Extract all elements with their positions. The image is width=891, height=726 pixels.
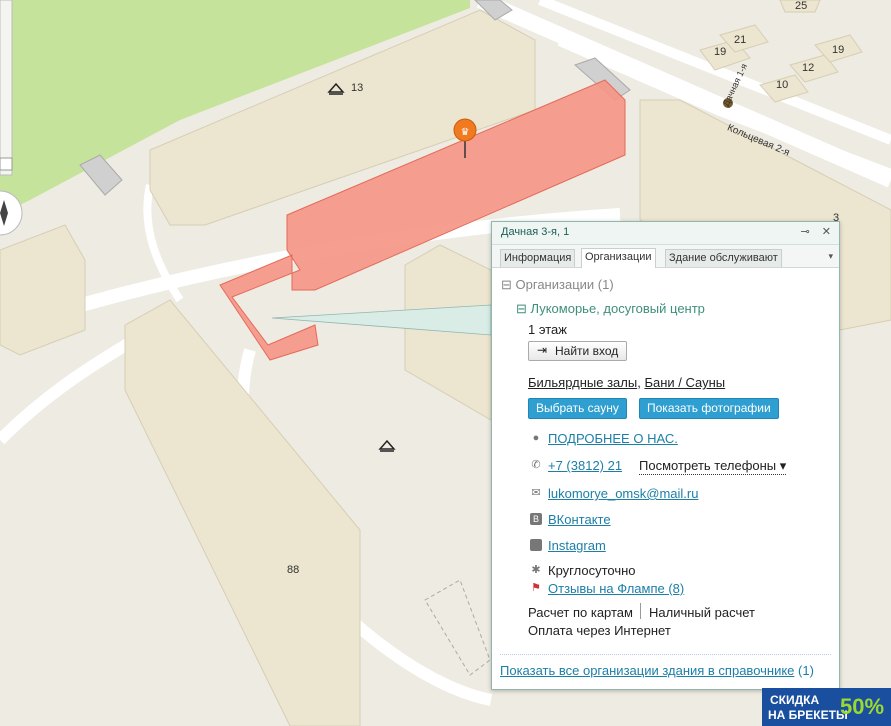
org-name: Лукоморье, досуговый центр [530, 301, 705, 316]
reviews-link[interactable]: Отзывы на Флампе (8) [548, 581, 684, 596]
show-photos-button[interactable]: Показать фотографии [639, 398, 779, 419]
show-phones-label: Посмотреть телефоны [639, 458, 777, 473]
collapse-icon[interactable]: ⊟ [501, 277, 512, 292]
house-number: 12 [802, 62, 815, 74]
payment-divider [640, 603, 641, 619]
house-number: 19 [714, 46, 727, 58]
pin-icon[interactable]: ⊸ [801, 226, 810, 238]
org-group[interactable]: ⊟ Организации (1) [501, 277, 614, 293]
collapse-icon[interactable]: ⊟ [516, 301, 527, 316]
entrance-icon: ⇥ [537, 343, 548, 357]
popup-header: Дачная 3-я, 1 ⊸ ✕ [492, 222, 839, 245]
instagram-icon [530, 539, 542, 551]
vk-link[interactable]: ВКонтакте [548, 512, 611, 527]
payment-online: Оплата через Интернет [528, 623, 671, 638]
popup-footer: Показать все организации здания в справо… [500, 663, 814, 678]
house-number: 25 [795, 0, 808, 12]
category-saunas[interactable]: Бани / Сауны [644, 375, 725, 390]
house-number: 10 [776, 79, 789, 91]
clock-icon: ✱ [531, 564, 541, 576]
house-number: 88 [287, 564, 300, 576]
choose-sauna-button[interactable]: Выбрать сауну [528, 398, 627, 419]
close-icon[interactable]: ✕ [822, 226, 831, 238]
flamp-icon: ⚑ [531, 582, 541, 594]
website-link[interactable]: ПОДРОБНЕЕ О НАС. [548, 431, 678, 446]
ad-line1: СКИДКА [770, 693, 820, 707]
house-number: 13 [351, 82, 364, 94]
all-orgs-link[interactable]: Показать все организации здания в справо… [500, 663, 794, 678]
info-popup: Дачная 3-я, 1 ⊸ ✕ Информация Организации… [491, 221, 840, 690]
footer-divider [500, 654, 831, 655]
vk-icon: B [530, 513, 542, 525]
ad-percent: 50% [840, 694, 885, 719]
house-number: 19 [832, 44, 845, 56]
tabs-dropdown-icon[interactable]: ▾ [828, 251, 833, 262]
tab-organizations[interactable]: Организации [581, 248, 656, 268]
hours-text: Круглосуточно [548, 563, 636, 578]
chevron-down-icon: ▾ [779, 458, 787, 473]
payment-cash: Наличный расчет [649, 605, 755, 620]
category-billiards[interactable]: Бильярдные залы [528, 375, 637, 390]
category-separator: , [637, 375, 641, 390]
popup-title: Дачная 3-я, 1 [501, 226, 570, 238]
org-header[interactable]: ⊟ Лукоморье, досуговый центр [516, 301, 705, 317]
house-number: 21 [734, 34, 747, 46]
phone-icon: ✆ [531, 459, 541, 471]
zoom-scale[interactable] [0, 0, 13, 176]
tab-bar: Информация Организации Здание обслуживаю… [492, 245, 839, 268]
org-categories: Бильярдные залы, Бани / Сауны [528, 375, 725, 390]
globe-icon: ● [532, 432, 540, 444]
payment-cards: Расчет по картам [528, 605, 633, 620]
org-group-label: Организации (1) [515, 277, 614, 292]
email-link[interactable]: lukomorye_omsk@mail.ru [548, 486, 698, 501]
find-entrance-button[interactable]: ⇥ Найти вход [528, 341, 628, 361]
org-floor: 1 этаж [528, 322, 567, 337]
tab-info[interactable]: Информация [500, 249, 576, 267]
svg-text:♛: ♛ [461, 127, 470, 138]
show-phones-link[interactable]: Посмотреть телефоны ▾ [639, 458, 787, 475]
phone-link[interactable]: +7 (3812) 21 [548, 458, 622, 473]
ad-banner[interactable]: СКИДКА НА БРЕКЕТЫ 50% [762, 688, 891, 726]
instagram-link[interactable]: Instagram [548, 538, 606, 553]
find-entrance-label: Найти вход [555, 344, 619, 358]
all-orgs-count: (1) [798, 663, 814, 678]
mail-icon: ✉ [531, 487, 541, 499]
ad-line2: НА БРЕКЕТЫ [768, 708, 848, 722]
tab-building-services[interactable]: Здание обслуживают [665, 249, 782, 267]
